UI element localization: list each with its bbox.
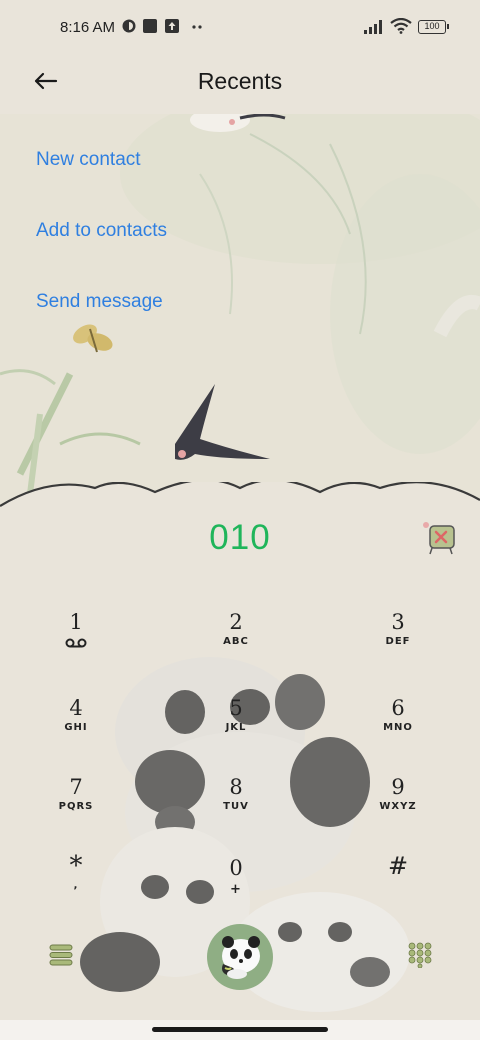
key-digit: 7 [69, 775, 83, 799]
key-7[interactable]: 7 PQRS [21, 775, 131, 839]
key-digit: * [69, 851, 83, 881]
wifi-icon [390, 18, 412, 34]
page-title: Recents [197, 68, 283, 94]
key-letters: PQRS [58, 801, 94, 812]
key-6[interactable]: 6 MNO [343, 696, 453, 760]
key-2[interactable]: 2 ABC [181, 610, 291, 674]
battery-level: 100 [424, 21, 440, 31]
key-digit: 1 [69, 610, 83, 634]
key-digit: 5 [229, 696, 243, 720]
more-notifications-icon [192, 25, 202, 29]
key-digit: # [387, 852, 409, 880]
key-digit: 8 [229, 775, 243, 799]
send-message-link[interactable]: Send message [36, 291, 163, 313]
battery-icon: 100 [418, 20, 449, 34]
key-letters: DEF [385, 636, 411, 647]
notification-square-icon [143, 19, 157, 33]
home-gesture-handle[interactable] [152, 1027, 328, 1032]
key-letters: GHI [64, 722, 88, 733]
hamburger-menu-icon[interactable] [48, 942, 74, 968]
new-contact-link[interactable]: New contact [36, 149, 141, 171]
key-letters: JKL [225, 722, 247, 733]
key-digit: 0 [229, 856, 243, 880]
key-hash[interactable]: # [343, 854, 453, 918]
voicemail-icon [65, 638, 87, 648]
key-letters: MNO [383, 722, 413, 733]
keypad-grid-icon[interactable] [408, 942, 432, 968]
bamboo-illustration [0, 114, 480, 514]
key-letters: , [73, 880, 79, 891]
key-digit: 6 [391, 696, 405, 720]
panda-call-icon [222, 936, 260, 979]
key-1[interactable]: 1 [21, 610, 131, 674]
key-8[interactable]: 8 TUV [181, 775, 291, 839]
dialpad-panel: 010 1 2 ABC 3 DEF 4 GHI 5 JKL 6 MNO 7 PQ… [0, 482, 480, 1022]
key-letters: TUV [223, 801, 249, 812]
key-digit: 4 [69, 696, 83, 720]
key-digit: 3 [391, 610, 405, 634]
status-time: 8:16 AM [60, 19, 116, 36]
system-nav-bar [0, 1020, 480, 1040]
signal-icon [364, 20, 382, 34]
upload-notification-icon [165, 19, 179, 33]
key-digit: 2 [229, 610, 243, 634]
key-letters: + [230, 882, 242, 897]
key-5[interactable]: 5 JKL [181, 696, 291, 760]
call-button[interactable] [207, 924, 273, 990]
key-9[interactable]: 9 WXYZ [343, 775, 453, 839]
add-to-contacts-link[interactable]: Add to contacts [36, 220, 167, 242]
key-0[interactable]: 0 + [181, 856, 291, 920]
app-notification-icon [122, 19, 136, 33]
dialed-number: 010 [209, 518, 271, 557]
header: Recents [0, 56, 480, 114]
key-star[interactable]: * , [21, 851, 131, 918]
delete-sticker-icon[interactable] [420, 520, 460, 556]
key-letters: WXYZ [379, 801, 417, 812]
key-letters: ABC [223, 636, 249, 647]
status-bar: 8:16 AM 100 [0, 0, 480, 56]
bamboo-background: New contact Add to contacts Send message [0, 114, 480, 514]
key-3[interactable]: 3 DEF [343, 610, 453, 674]
key-digit: 9 [391, 775, 405, 799]
key-4[interactable]: 4 GHI [21, 696, 131, 760]
